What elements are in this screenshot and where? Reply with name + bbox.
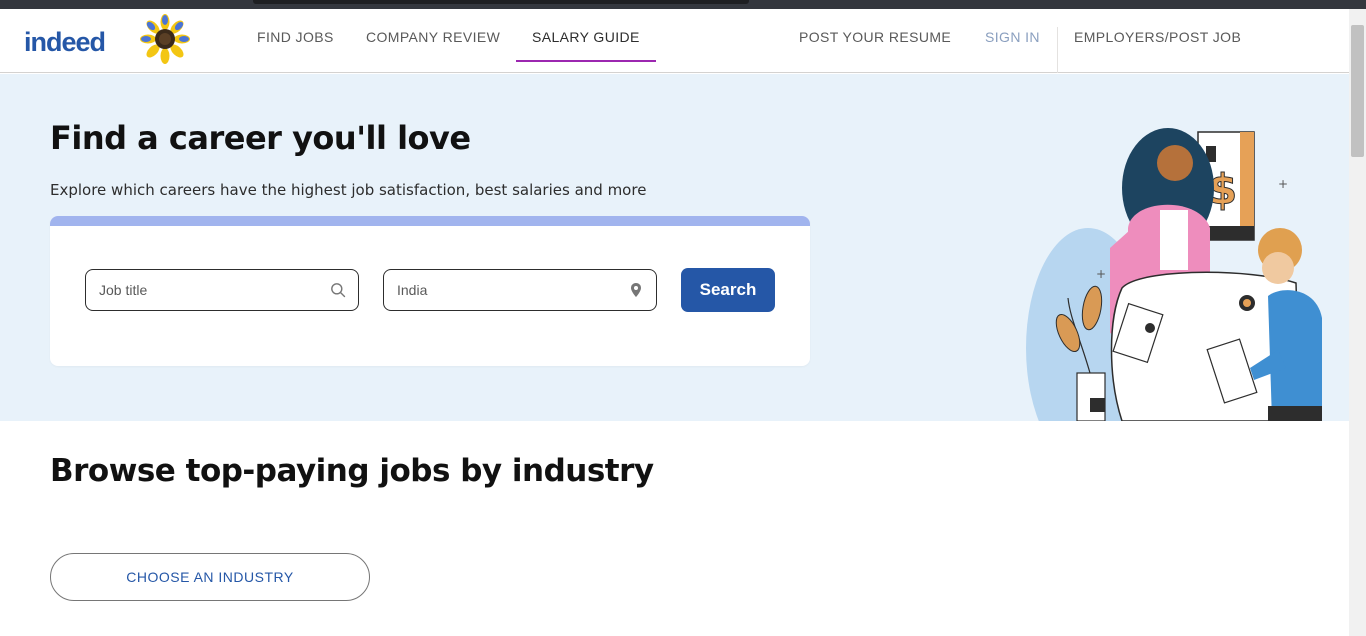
location-field[interactable] [383, 269, 657, 311]
page-scrollbar[interactable] [1349, 9, 1366, 636]
nav-find-jobs[interactable]: FIND JOBS [257, 9, 334, 73]
location-pin-icon [631, 283, 641, 297]
browse-section-title: Browse top-paying jobs by industry [50, 453, 654, 489]
hero-title: Find a career you'll love [50, 119, 471, 157]
logo-text: indeed [24, 26, 106, 57]
search-card: Search [50, 216, 810, 366]
svg-text:+: + [1278, 177, 1288, 191]
career-illustration: + + $ [1026, 128, 1322, 421]
active-tab-underline [516, 60, 656, 62]
nav-company-review[interactable]: COMPANY REVIEW [366, 9, 500, 73]
job-title-field[interactable] [85, 269, 359, 311]
svg-text:+: + [1096, 267, 1106, 281]
search-button[interactable]: Search [681, 268, 775, 312]
nav-employers-post-job[interactable]: EMPLOYERS/POST JOB [1074, 9, 1241, 73]
location-input[interactable] [397, 270, 617, 310]
nav-divider [1057, 27, 1058, 73]
nav-salary-guide[interactable]: SALARY GUIDE [532, 9, 640, 73]
nav-post-resume[interactable]: POST YOUR RESUME [799, 9, 951, 73]
site-header: indeed FIND JOBS COMPANY REVIEW SALARY G… [0, 9, 1349, 73]
hero-section: Find a career you'll love Explore which … [0, 74, 1349, 421]
indeed-logo[interactable]: indeed [24, 25, 106, 59]
scrollbar-thumb[interactable] [1351, 25, 1364, 157]
browser-tab-bar [253, 0, 749, 4]
sunflower-icon [140, 14, 190, 64]
job-title-input[interactable] [99, 270, 319, 310]
nav-sign-in[interactable]: SIGN IN [985, 9, 1040, 73]
search-icon [331, 283, 346, 298]
choose-industry-button[interactable]: CHOOSE AN INDUSTRY [50, 553, 370, 601]
search-card-accent [50, 216, 810, 226]
browser-top-strip [0, 0, 1366, 9]
hero-subtitle: Explore which careers have the highest j… [50, 181, 647, 199]
